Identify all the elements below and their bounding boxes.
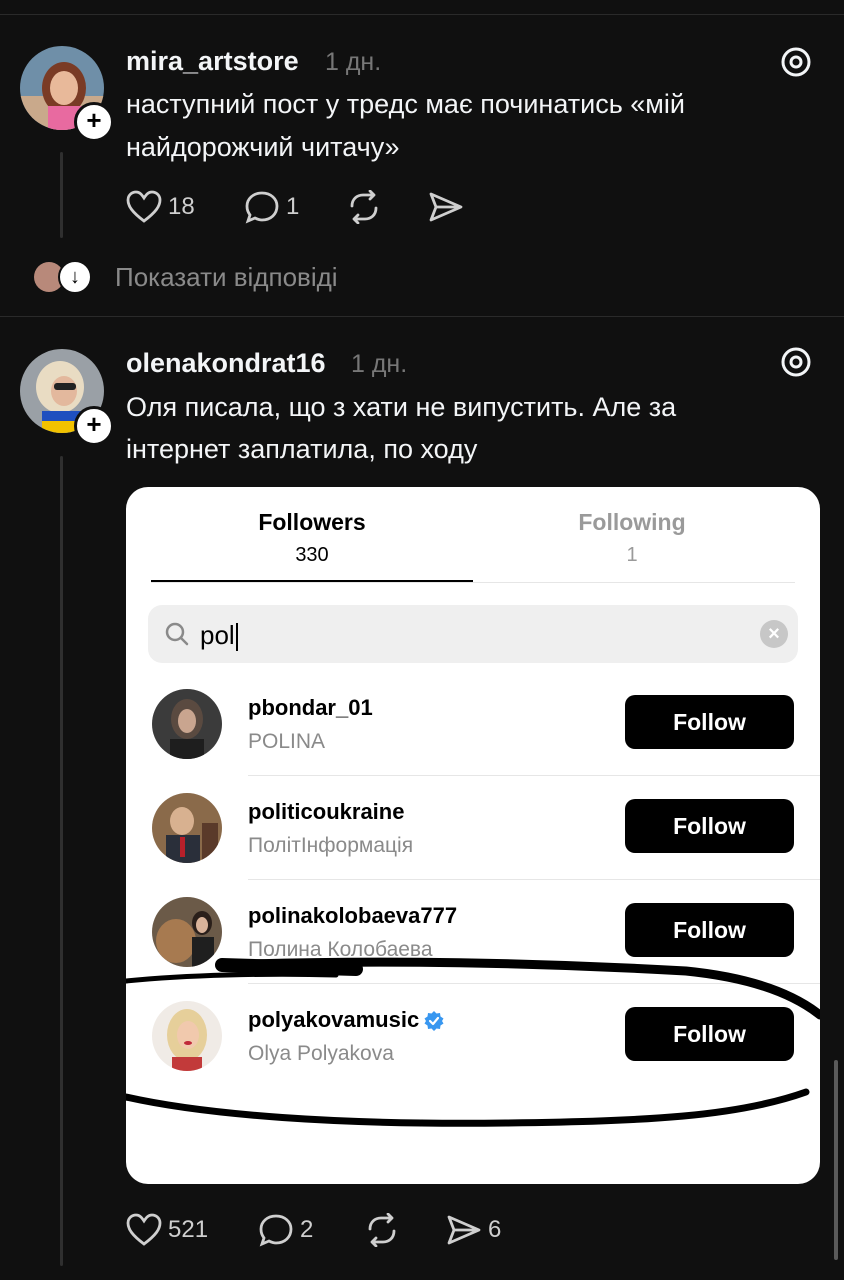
post-divider bbox=[0, 316, 844, 317]
tab-label: Followers bbox=[258, 509, 366, 535]
username[interactable]: pbondar_01 bbox=[248, 695, 373, 721]
avatar[interactable] bbox=[152, 897, 222, 967]
tab-followers[interactable]: Followers 330 bbox=[152, 509, 472, 567]
search-value: pol bbox=[200, 620, 238, 652]
list-item[interactable]: polyakovamusic Olya Polyakova Follow bbox=[126, 985, 820, 1088]
like-button[interactable]: 18 bbox=[126, 190, 195, 224]
like-count: 18 bbox=[168, 193, 195, 220]
text-caret bbox=[235, 623, 238, 652]
avatar[interactable] bbox=[152, 793, 222, 863]
repost-button[interactable] bbox=[364, 1213, 400, 1247]
avatar-photo bbox=[152, 1001, 222, 1071]
username[interactable]: polinakolobaeva777 bbox=[248, 903, 457, 929]
full-name: Olya Polyakova bbox=[248, 1042, 394, 1065]
search-input[interactable]: pol × bbox=[148, 605, 798, 663]
list-item[interactable]: pbondar_01 POLINA Follow bbox=[126, 673, 820, 776]
comment-icon bbox=[245, 191, 279, 224]
threads-icon[interactable] bbox=[778, 44, 814, 80]
thread-line bbox=[60, 152, 63, 238]
clear-icon[interactable]: × bbox=[760, 620, 788, 648]
avatar-photo bbox=[152, 897, 222, 967]
username[interactable]: polyakovamusic bbox=[248, 1007, 445, 1033]
row-divider bbox=[248, 775, 820, 776]
follow-plus-button[interactable]: + bbox=[74, 406, 114, 446]
comment-icon bbox=[259, 1214, 293, 1247]
follow-plus-button[interactable]: + bbox=[74, 102, 114, 142]
comment-button[interactable]: 2 bbox=[258, 1213, 313, 1247]
thread-line bbox=[60, 456, 63, 1266]
top-divider bbox=[0, 14, 844, 15]
post-text-line-1: наступний пост у тредс має починатись «м… bbox=[126, 89, 685, 119]
post-time: 1 дн. bbox=[351, 350, 408, 378]
avatar-photo bbox=[152, 793, 222, 863]
tab-following[interactable]: Following 1 bbox=[472, 509, 792, 567]
send-icon bbox=[429, 192, 463, 222]
follow-button[interactable]: Follow bbox=[625, 695, 794, 749]
avatar[interactable] bbox=[152, 689, 222, 759]
search-icon bbox=[165, 622, 189, 646]
like-button[interactable]: 521 bbox=[126, 1213, 208, 1247]
comment-count: 1 bbox=[286, 193, 300, 220]
send-icon bbox=[447, 1215, 481, 1245]
full-name: ПолітІнформація bbox=[248, 834, 414, 857]
heart-icon bbox=[126, 190, 162, 223]
follow-button[interactable]: Follow bbox=[625, 1007, 794, 1061]
search-text: pol bbox=[200, 620, 235, 650]
share-button[interactable]: 6 bbox=[446, 1213, 501, 1247]
repost-icon bbox=[350, 190, 378, 224]
list-item[interactable]: politicoukraine ПолітІнформація Follow bbox=[126, 777, 820, 880]
verified-badge-icon bbox=[424, 1011, 444, 1032]
post-text-line-1: Оля писала, що з хати не випустить. Але … bbox=[126, 392, 677, 422]
share-count: 6 bbox=[488, 1216, 502, 1243]
embedded-screenshot[interactable]: Followers 330 Following 1 pol × pbondar_… bbox=[126, 487, 820, 1184]
row-divider bbox=[248, 983, 820, 984]
username[interactable]: politicoukraine bbox=[248, 799, 404, 825]
comment-button[interactable]: 1 bbox=[244, 190, 299, 224]
avatar[interactable] bbox=[152, 1001, 222, 1071]
row-divider bbox=[248, 879, 820, 880]
comment-count: 2 bbox=[300, 1216, 314, 1243]
arrow-down-icon: ↓ bbox=[58, 260, 92, 294]
post-username[interactable]: olenakondrat16 bbox=[126, 348, 326, 379]
tab-divider bbox=[151, 582, 795, 583]
tab-count: 1 bbox=[626, 544, 638, 566]
share-button[interactable] bbox=[428, 190, 464, 224]
full-name: POLINA bbox=[248, 730, 326, 753]
list-item[interactable]: polinakolobaeva777 Полина Колобаева Foll… bbox=[126, 881, 820, 984]
show-replies-link[interactable]: Показати відповіді bbox=[115, 262, 338, 293]
avatar-photo bbox=[152, 689, 222, 759]
threads-icon[interactable] bbox=[778, 344, 814, 380]
post-time: 1 дн. bbox=[325, 48, 382, 76]
repost-icon bbox=[368, 1213, 396, 1247]
follow-button[interactable]: Follow bbox=[625, 799, 794, 853]
post-text-line-2: найдорожчий читачу» bbox=[126, 132, 400, 162]
full-name: Полина Колобаева bbox=[248, 938, 433, 961]
username-text: polyakovamusic bbox=[248, 1007, 420, 1032]
post-username[interactable]: mira_artstore bbox=[126, 46, 299, 77]
follow-button[interactable]: Follow bbox=[625, 903, 794, 957]
active-tab-indicator bbox=[151, 580, 473, 582]
like-count: 521 bbox=[168, 1216, 209, 1243]
heart-icon bbox=[126, 1213, 162, 1246]
tab-count: 330 bbox=[295, 544, 329, 566]
tab-label: Following bbox=[578, 509, 686, 535]
repost-button[interactable] bbox=[346, 190, 382, 224]
post-text-line-2: інтернет заплатила, по ходу bbox=[126, 434, 478, 464]
scrollbar[interactable] bbox=[834, 1060, 838, 1260]
